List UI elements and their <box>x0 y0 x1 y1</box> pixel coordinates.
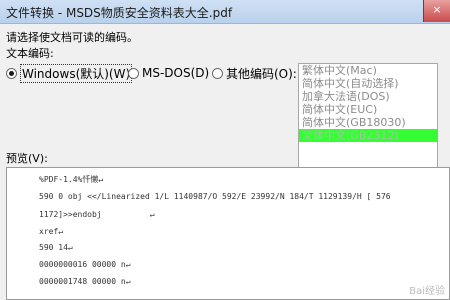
close-icon[interactable]: × <box>423 0 450 22</box>
radio-msdos-label[interactable]: MS-DOS(D) <box>142 66 209 80</box>
encoding-item[interactable]: 简体中文(GB18030) <box>299 116 437 129</box>
instruction-text: 请选择使文档可读的编码。 <box>6 31 138 44</box>
file-conversion-dialog: 请选择使文档可读的编码。 文本编码: Windows(默认)(W) MS-DOS… <box>0 24 450 300</box>
radio-msdos[interactable]: MS-DOS(D) <box>128 65 209 81</box>
preview-line: 590 14↵ <box>39 243 73 252</box>
encoding-item[interactable]: 简体中文(EUC) <box>299 103 437 116</box>
preview-line: 0000000016 00000 n↵ <box>39 260 131 269</box>
radio-other[interactable]: 其他编码(O): <box>212 65 297 81</box>
preview-line: 0000001748 00000 n↵ <box>39 277 131 286</box>
preview-line: 1172]>>endobj ↵ <box>39 210 155 219</box>
preview-line: %PDF-1.4%忏懒↵ <box>39 175 104 184</box>
title-bar: 文件转换 - MSDS物质安全资料表大全.pdf × <box>0 0 450 24</box>
preview-line: 590 0 obj <</Linearized 1/L 1140987/O 59… <box>39 192 391 201</box>
preview-area[interactable]: %PDF-1.4%忏懒↵ 590 0 obj <</Linearized 1/L… <box>6 167 450 300</box>
encoding-item[interactable]: 加拿大法语(DOS) <box>299 90 437 103</box>
radio-windows-label[interactable]: Windows(默认)(W) <box>20 63 133 83</box>
radio-other-indicator[interactable] <box>212 67 223 79</box>
encoding-item[interactable]: 简体中文(自动选择) <box>299 77 437 90</box>
radio-windows-indicator[interactable] <box>6 67 17 79</box>
encoding-list[interactable]: 繁体中文(Mac) 简体中文(自动选择) 加拿大法语(DOS) 简体中文(EUC… <box>298 63 438 171</box>
window-title: 文件转换 - MSDS物质安全资料表大全.pdf <box>6 6 233 20</box>
baidu-watermark: Bai经验 <box>409 286 445 297</box>
encoding-item-selected[interactable]: 简体中文(GB2312) <box>299 129 437 142</box>
radio-other-label[interactable]: 其他编码(O): <box>226 65 297 82</box>
radio-msdos-indicator[interactable] <box>128 67 139 79</box>
encoding-item[interactable]: 繁体中文(Mac) <box>299 64 437 77</box>
text-encoding-label: 文本编码: <box>6 47 54 60</box>
preview-label: 预览(V): <box>6 152 48 165</box>
preview-line: xref↵ <box>39 227 64 236</box>
radio-windows[interactable]: Windows(默认)(W) <box>6 63 133 83</box>
